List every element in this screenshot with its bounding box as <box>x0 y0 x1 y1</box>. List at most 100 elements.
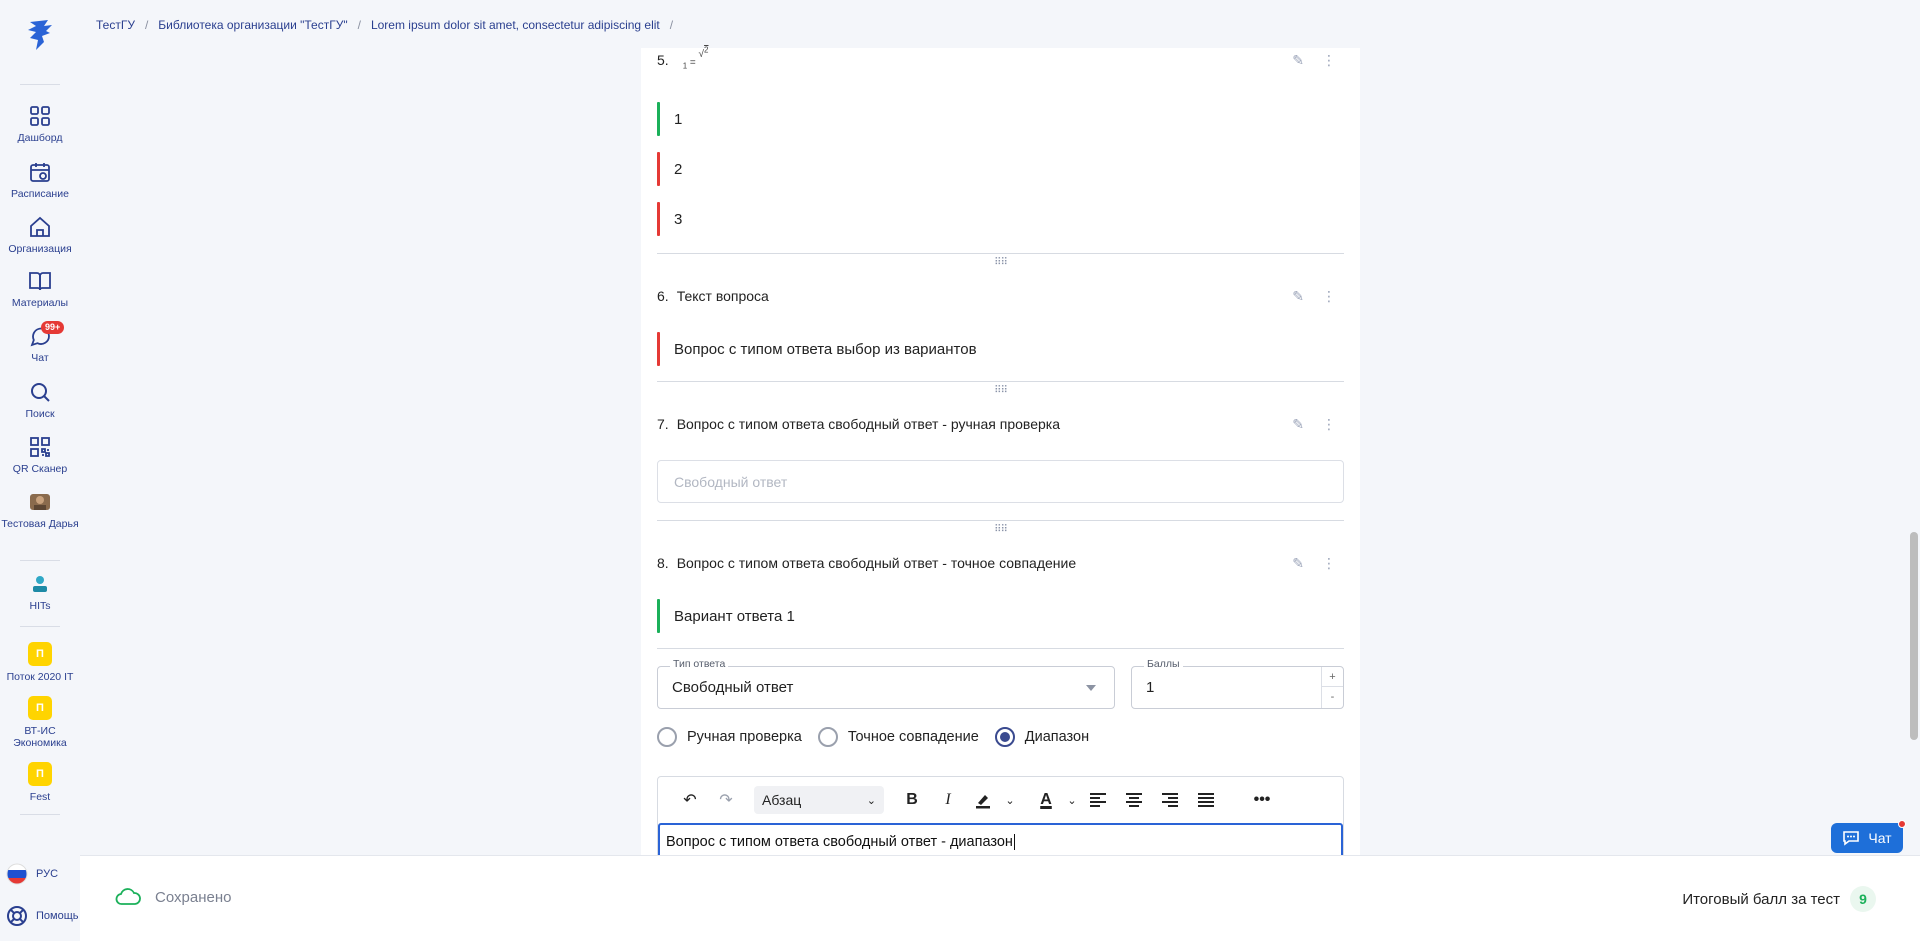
question-actions: ✎ ⋮ <box>1292 288 1336 305</box>
drag-handle-icon[interactable]: ⠿⠿ <box>993 525 1009 535</box>
free-answer-input[interactable] <box>657 460 1344 503</box>
question-actions: ✎ ⋮ <box>1292 555 1336 572</box>
unread-badge: 99+ <box>41 321 65 334</box>
chevron-down-icon[interactable]: ⌄ <box>1002 784 1018 816</box>
sidebar-item-label: ВТ-ИС Экономика <box>13 725 67 749</box>
language-switcher[interactable]: РУС <box>0 862 80 886</box>
answer-option: 1 <box>657 102 1344 136</box>
sidebar-item-label: Материалы <box>11 297 69 309</box>
edit-icon[interactable]: ✎ <box>1292 555 1304 572</box>
chevron-down-icon <box>1086 685 1096 691</box>
question-divider <box>657 381 1344 382</box>
lifebuoy-icon <box>7 906 27 926</box>
radio-manual-check[interactable] <box>657 727 677 747</box>
more-vertical-icon[interactable]: ⋮ <box>1322 416 1336 433</box>
sidebar-item-materials[interactable]: Материалы <box>0 269 80 309</box>
check-mode-group: Ручная проверка Точное совпадение Диапаз… <box>657 727 1089 747</box>
chat-support-button[interactable]: Чат <box>1831 820 1906 853</box>
question-number: 8. <box>657 555 669 571</box>
radio-range[interactable] <box>994 727 1015 747</box>
align-center-icon[interactable] <box>1116 784 1152 816</box>
text-color-icon[interactable]: A <box>1028 784 1064 816</box>
question-7-header: 7. Вопрос с типом ответа свободный ответ… <box>657 416 1344 433</box>
italic-icon[interactable]: I <box>930 784 966 816</box>
sidebar-item-label: Тестовая Дарья <box>1 518 79 530</box>
breadcrumb-item[interactable]: Lorem ipsum dolor sit amet, consectetur … <box>371 18 660 32</box>
radio-label: Точное совпадение <box>847 729 979 745</box>
breadcrumb-item[interactable]: ТестГУ <box>96 18 135 32</box>
text-cursor <box>1013 834 1015 850</box>
radio-label: Ручная проверка <box>687 729 802 745</box>
question-title: Вопрос с типом ответа свободный ответ - … <box>676 416 1060 432</box>
sidebar-item-schedule[interactable]: Расписание <box>0 160 80 200</box>
save-status-label: Сохранено <box>155 888 232 906</box>
question-title: Текст вопроса <box>676 288 769 304</box>
language-label: РУС <box>36 868 59 880</box>
sidebar-item-search[interactable]: Поиск <box>0 380 80 420</box>
logo-icon[interactable] <box>24 18 56 54</box>
chat-button-label: Чат <box>1868 830 1892 846</box>
more-vertical-icon[interactable]: ⋮ <box>1322 288 1336 305</box>
more-vertical-icon[interactable]: ⋮ <box>1322 52 1336 69</box>
sidebar-item-profile[interactable]: Тестовая Дарья <box>0 490 80 530</box>
sidebar-item-qr-scanner[interactable]: QR Сканер <box>0 435 80 475</box>
answer-type-select[interactable]: Тип ответа Свободный ответ <box>657 658 1115 709</box>
block-format-value: Абзац <box>762 792 802 808</box>
points-value: 1 <box>1146 679 1155 696</box>
book-icon <box>29 272 51 291</box>
sidebar-divider <box>20 626 60 627</box>
page-scrollbar[interactable] <box>1908 0 1920 855</box>
breadcrumb-separator: / <box>144 18 149 32</box>
sidebar-item-organization[interactable]: Организация <box>0 215 80 255</box>
qr-icon <box>30 437 50 457</box>
edit-icon[interactable]: ✎ <box>1292 416 1304 433</box>
total-score-value: 9 <box>1850 886 1876 912</box>
test-editor-card: 5. 1 = √2 ✎ ⋮ 1 2 3 ⠿⠿ 6. Текст вопроса … <box>641 46 1360 863</box>
scrollbar-thumb[interactable] <box>1910 532 1918 740</box>
chevron-down-icon[interactable]: ⌄ <box>1064 784 1080 816</box>
sidebar-divider <box>20 560 60 561</box>
answer-option-text: 1 <box>674 110 683 128</box>
undo-icon[interactable]: ↶ <box>672 784 708 816</box>
decrement-button[interactable]: - <box>1322 687 1343 707</box>
redo-icon[interactable]: ↷ <box>708 784 744 816</box>
question-8-header: 8. Вопрос с типом ответа свободный ответ… <box>657 555 1344 572</box>
radio-label: Диапазон <box>1024 729 1090 745</box>
sidebar-item-hits[interactable]: HITs <box>0 572 80 612</box>
highlight-icon[interactable] <box>966 784 1002 816</box>
align-left-icon[interactable] <box>1080 784 1116 816</box>
answer-option: Вариант ответа 1 <box>657 599 1344 633</box>
radio-exact-match[interactable] <box>817 727 838 747</box>
question-actions: ✎ ⋮ <box>1292 416 1336 433</box>
increment-button[interactable]: + <box>1322 667 1343 687</box>
breadcrumb-item[interactable]: Библиотека организации "ТестГУ" <box>158 18 347 32</box>
bold-icon[interactable]: B <box>894 784 930 816</box>
question-number: 7. <box>657 416 669 432</box>
more-vertical-icon[interactable]: ⋮ <box>1322 555 1336 572</box>
sidebar-item-chat[interactable]: 99+ Чат <box>0 321 80 364</box>
drag-handle-icon[interactable]: ⠿⠿ <box>993 386 1009 396</box>
answer-option-text: 3 <box>674 210 683 228</box>
more-horizontal-icon[interactable]: ••• <box>1244 784 1280 816</box>
align-justify-icon[interactable] <box>1188 784 1224 816</box>
edit-icon[interactable]: ✎ <box>1292 52 1304 69</box>
answer-type-value: Свободный ответ <box>672 679 794 696</box>
sidebar-item-label: Fest <box>29 791 51 803</box>
drag-handle-icon[interactable]: ⠿⠿ <box>993 258 1009 268</box>
save-status: Сохранено <box>115 888 231 906</box>
edit-icon[interactable]: ✎ <box>1292 288 1304 305</box>
block-format-select[interactable]: Абзац ⌄ <box>754 786 884 814</box>
sidebar-item-dashboard[interactable]: Дашборд <box>0 104 80 144</box>
hits-icon <box>33 576 47 592</box>
points-stepper: + - <box>1321 667 1343 708</box>
sidebar-group-vt-is[interactable]: П ВТ-ИС Экономика <box>0 696 80 749</box>
editor-toolbar: ↶ ↷ Абзац ⌄ B I ⌄ A ⌄ ••• <box>658 777 1343 823</box>
help-link[interactable]: Помощь <box>0 904 80 928</box>
answer-option: 3 <box>657 202 1344 236</box>
sidebar-item-label: Расписание <box>11 188 69 200</box>
align-right-icon[interactable] <box>1152 784 1188 816</box>
points-input[interactable]: Баллы 1 + - <box>1131 658 1344 709</box>
sidebar-group-fest[interactable]: П Fest <box>0 762 80 803</box>
sidebar-group-potok[interactable]: П Поток 2020 IT <box>0 642 80 683</box>
sidebar-item-label: Чат <box>31 352 49 364</box>
